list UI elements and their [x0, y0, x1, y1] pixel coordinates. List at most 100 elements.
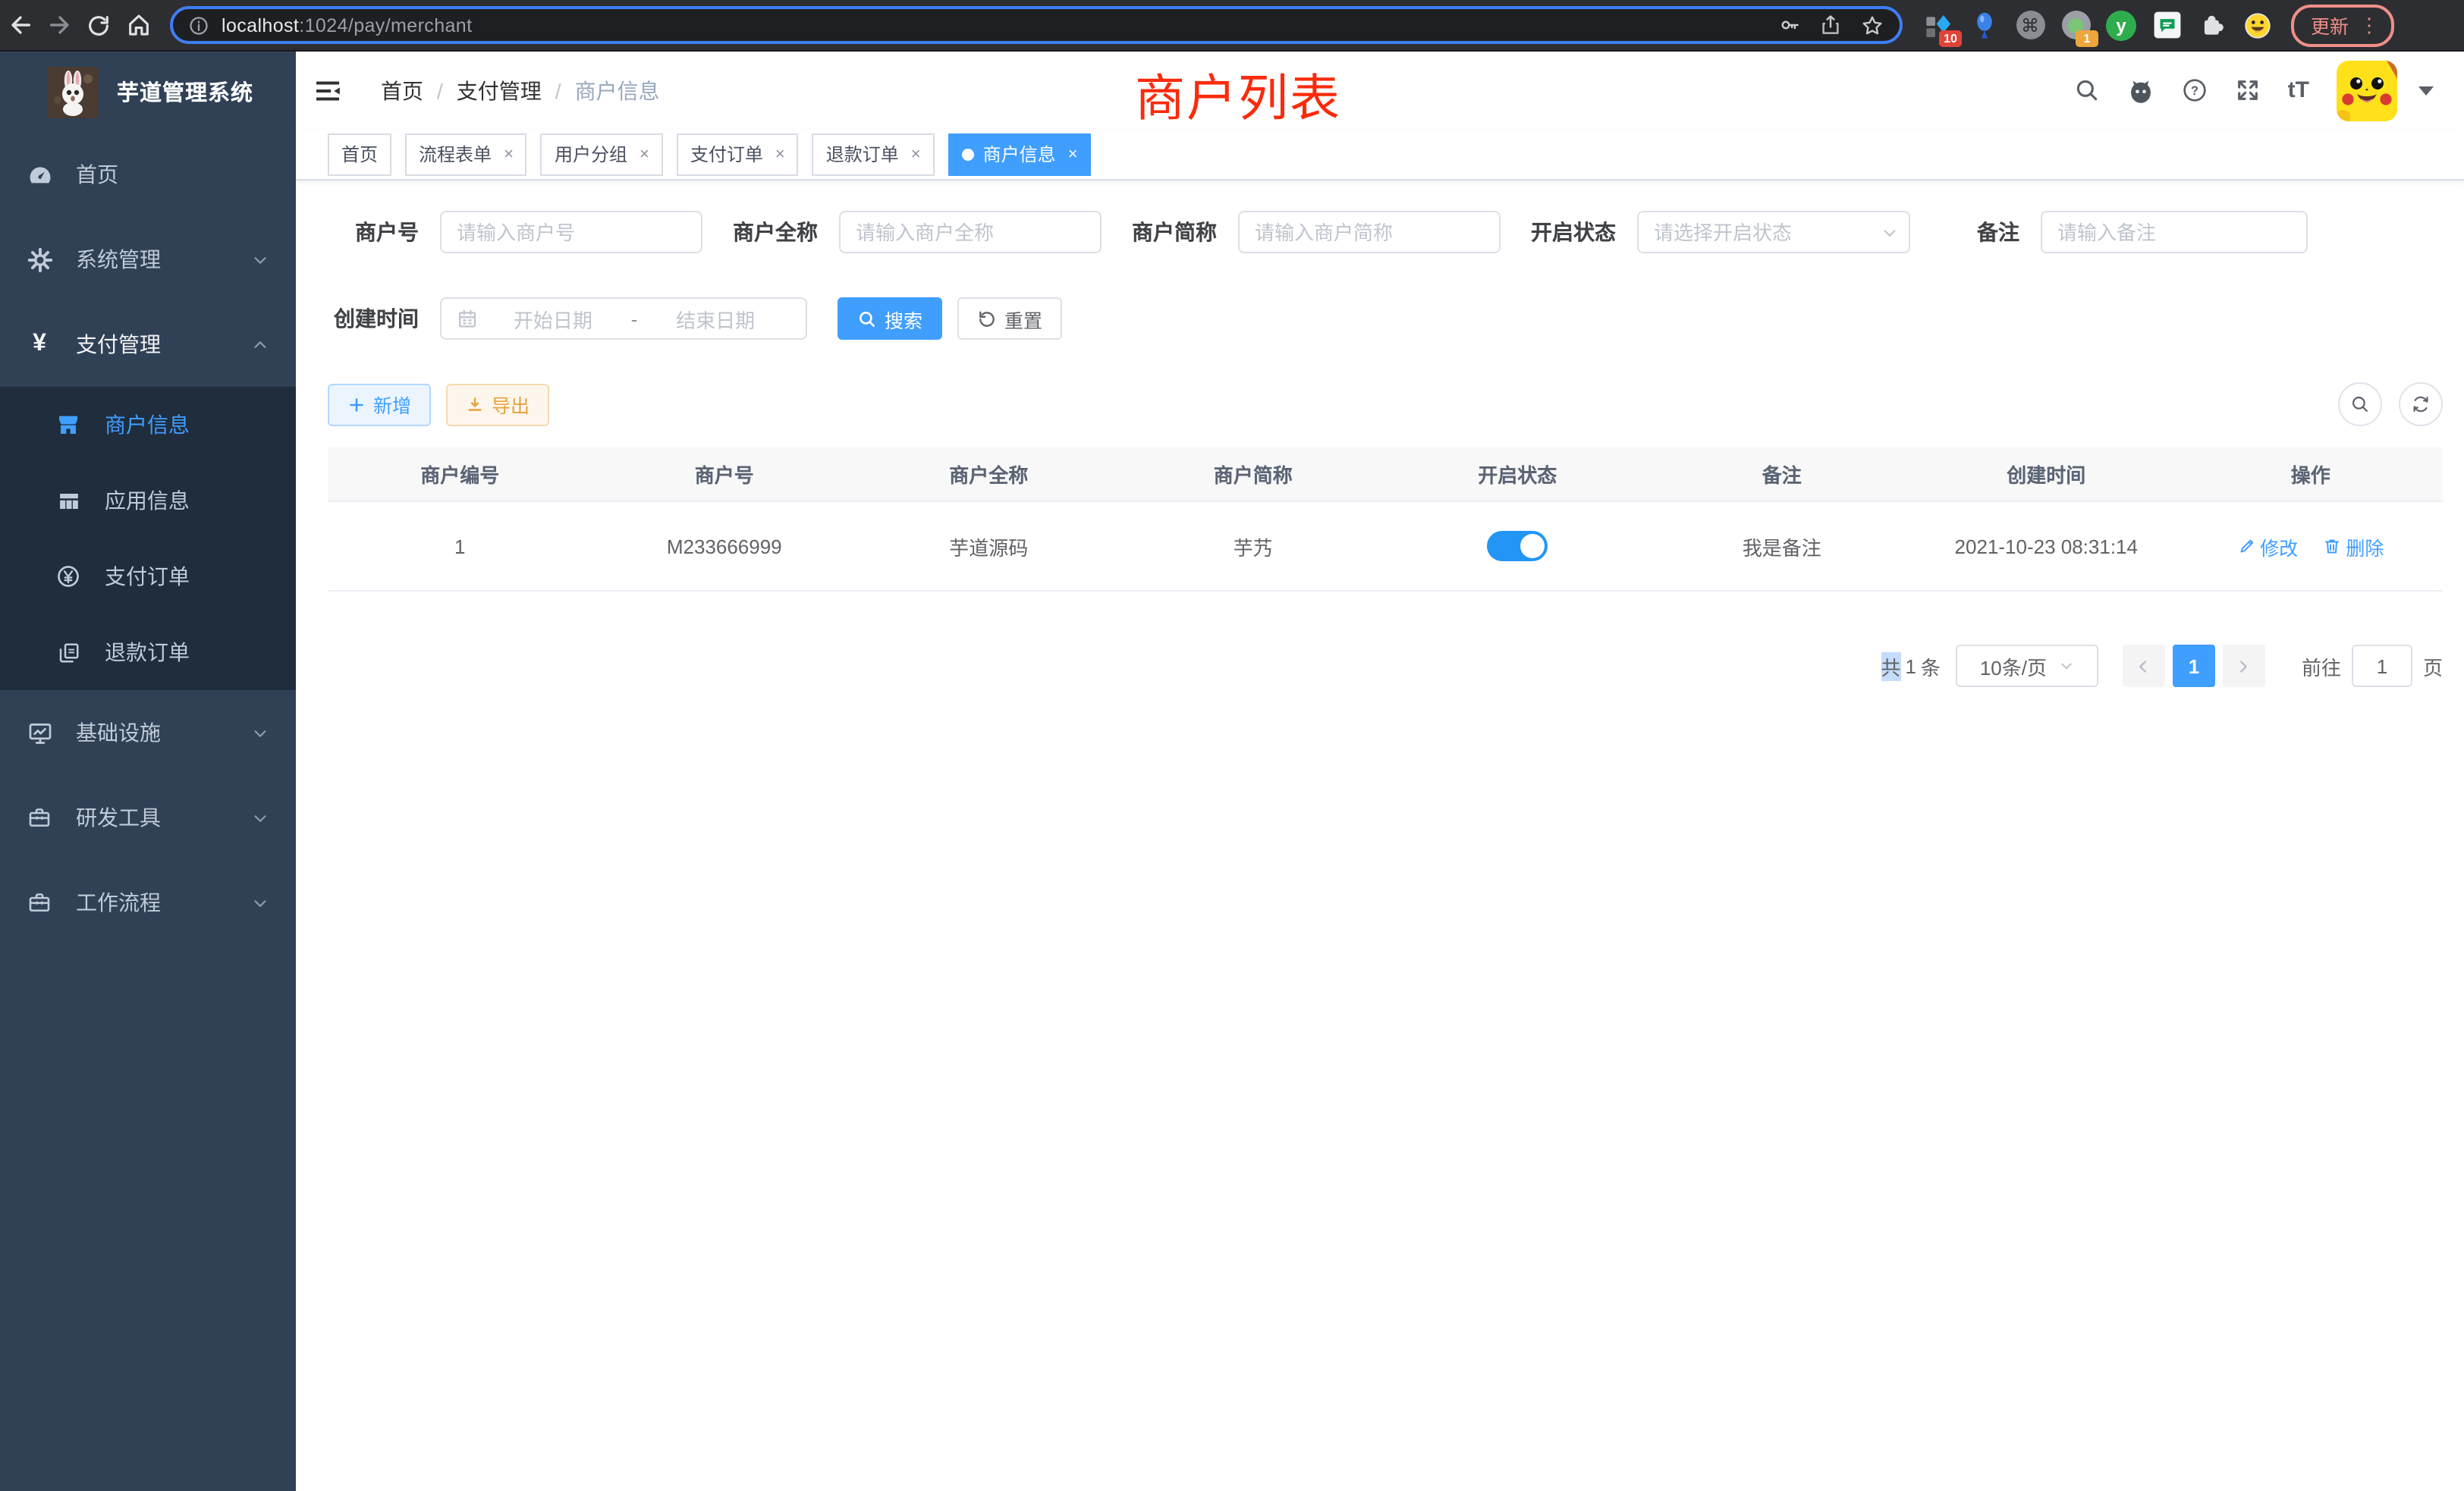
bookmark-star-icon[interactable]	[1860, 13, 1884, 37]
merchant-no-input[interactable]	[440, 211, 702, 253]
extension-chat-icon[interactable]	[2151, 10, 2182, 40]
header-search-icon[interactable]	[2074, 77, 2100, 103]
breadcrumb: 首页 / 支付管理 / 商户信息	[381, 75, 660, 105]
refresh-button[interactable]	[2399, 382, 2443, 426]
help-icon[interactable]: ?	[2182, 77, 2208, 103]
copy-icon	[56, 641, 80, 664]
close-icon[interactable]: ×	[911, 145, 921, 163]
tab-refund-order[interactable]: 退款订单×	[812, 133, 935, 175]
tab-payment-order[interactable]: 支付订单×	[677, 133, 799, 175]
update-button[interactable]: 更新 ⋮	[2291, 4, 2394, 46]
export-button[interactable]: 导出	[446, 383, 549, 425]
extension-recorder-icon[interactable]: 1	[2060, 10, 2091, 40]
tab-user-group[interactable]: 用户分组×	[541, 133, 663, 175]
page-info-icon[interactable]	[188, 14, 209, 36]
sidebar-item-app-info[interactable]: 应用信息	[0, 463, 296, 538]
extension-emoji-avatar[interactable]	[2242, 10, 2273, 40]
next-page-button[interactable]	[2223, 645, 2265, 687]
reload-icon[interactable]	[79, 5, 118, 45]
create-time-label: 创建时间	[328, 303, 419, 334]
filter-row-1: 商户号 商户全称 商户简称 开启状态	[328, 211, 2443, 253]
short-name-input[interactable]	[1238, 211, 1501, 253]
tab-process-form[interactable]: 流程表单×	[405, 133, 527, 175]
svg-text:?: ?	[2191, 84, 2198, 98]
page-unit-label: 页	[2423, 651, 2443, 680]
hide-search-button[interactable]	[2338, 382, 2382, 426]
close-icon[interactable]: ×	[775, 145, 785, 163]
fullscreen-icon[interactable]	[2235, 77, 2261, 103]
sidebar-item-system[interactable]: 系统管理	[0, 217, 296, 302]
cell-create-time: 2021-10-23 08:31:14	[1914, 501, 2179, 591]
calendar-icon	[457, 308, 478, 329]
extension-blocks-icon[interactable]: 10	[1924, 10, 1954, 40]
sidebar-fold-icon[interactable]	[313, 75, 343, 105]
logo-rabbit-image	[47, 66, 99, 118]
forward-icon[interactable]	[39, 5, 79, 45]
edit-link[interactable]: 修改	[2237, 532, 2298, 560]
url-text: localhost:1024/pay/merchant	[222, 14, 472, 36]
sidebar-menu: 首页 系统管理 ¥ 支付管理 商户信息	[0, 132, 296, 945]
github-icon[interactable]	[2127, 77, 2154, 104]
page-size-select[interactable]: 10条/页	[1956, 645, 2098, 687]
page-number-1[interactable]: 1	[2173, 645, 2215, 687]
breadcrumb-home[interactable]: 首页	[381, 75, 423, 105]
status-select-input[interactable]	[1637, 211, 1910, 253]
search-button[interactable]: 搜索	[838, 297, 942, 340]
reset-button[interactable]: 重置	[957, 297, 1062, 340]
user-avatar[interactable]	[2337, 60, 2397, 121]
status-select[interactable]	[1637, 211, 1910, 253]
toolbox-icon	[26, 805, 53, 830]
tab-merchant-info[interactable]: 商户信息×	[948, 133, 1092, 175]
delete-link[interactable]: 删除	[2323, 532, 2384, 560]
close-icon[interactable]: ×	[504, 145, 514, 163]
extension-balloon-icon[interactable]	[1969, 10, 2000, 40]
full-name-input[interactable]	[839, 211, 1102, 253]
sidebar-item-payment-order[interactable]: 支付订单	[0, 538, 296, 614]
short-name-label: 商户简称	[1132, 217, 1217, 247]
back-icon[interactable]	[0, 5, 39, 45]
address-bar[interactable]: localhost:1024/pay/merchant	[170, 6, 1903, 44]
remark-input[interactable]	[2041, 211, 2308, 253]
monitor-icon	[26, 720, 53, 746]
extension-badge: 10	[1939, 30, 1962, 46]
dashboard-icon	[26, 162, 53, 187]
add-button[interactable]: 新增	[328, 383, 431, 425]
sidebar-item-payment[interactable]: ¥ 支付管理	[0, 302, 296, 387]
extension-command-icon[interactable]: ⌘	[2015, 10, 2045, 40]
pagination: 共 1 条 10条/页 1 前往 页	[328, 645, 2443, 687]
close-icon[interactable]: ×	[1068, 145, 1078, 163]
status-label: 开启状态	[1531, 217, 1616, 247]
password-key-icon[interactable]	[1778, 14, 1801, 36]
status-toggle[interactable]	[1487, 531, 1548, 561]
date-range-picker[interactable]: 开始日期 - 结束日期	[440, 297, 807, 340]
user-menu-caret-icon[interactable]	[2418, 86, 2434, 95]
home-icon[interactable]	[118, 5, 158, 45]
sidebar-item-workflow[interactable]: 工作流程	[0, 860, 296, 945]
sidebar-item-merchant-info[interactable]: 商户信息	[0, 387, 296, 463]
payment-submenu: 商户信息 应用信息 支付订单 退款订单	[0, 387, 296, 690]
app-logo[interactable]: 芋道管理系统	[0, 52, 296, 132]
sidebar-item-refund-order[interactable]: 退款订单	[0, 614, 296, 690]
sidebar-item-home[interactable]: 首页	[0, 132, 296, 217]
chevron-down-icon	[252, 724, 269, 741]
extensions-row: 10 ⌘ 1 y	[1924, 10, 2273, 40]
goto-page-input[interactable]	[2352, 645, 2412, 687]
close-icon[interactable]: ×	[640, 145, 649, 163]
chevron-down-icon	[2059, 658, 2074, 673]
browser-menu-icon[interactable]: ⋮	[2359, 13, 2379, 37]
sidebar-item-infrastructure[interactable]: 基础设施	[0, 690, 296, 775]
sidebar-item-dev-tools[interactable]: 研发工具	[0, 775, 296, 860]
breadcrumb-payment[interactable]: 支付管理	[457, 75, 542, 105]
top-navbar: 首页 / 支付管理 / 商户信息 ? tT	[296, 52, 2464, 129]
prev-page-button[interactable]	[2123, 645, 2165, 687]
update-label: 更新	[2311, 11, 2349, 39]
col-merchant-id: 商户编号	[328, 447, 592, 501]
font-size-icon[interactable]: tT	[2288, 77, 2309, 103]
store-icon	[56, 413, 80, 437]
extension-y-icon[interactable]: y	[2106, 10, 2136, 40]
gear-icon	[26, 246, 53, 272]
share-icon[interactable]	[1819, 14, 1842, 36]
extension-puzzle-icon[interactable]	[2197, 10, 2227, 40]
tab-home[interactable]: 首页	[328, 133, 391, 175]
briefcase-icon	[26, 890, 53, 915]
